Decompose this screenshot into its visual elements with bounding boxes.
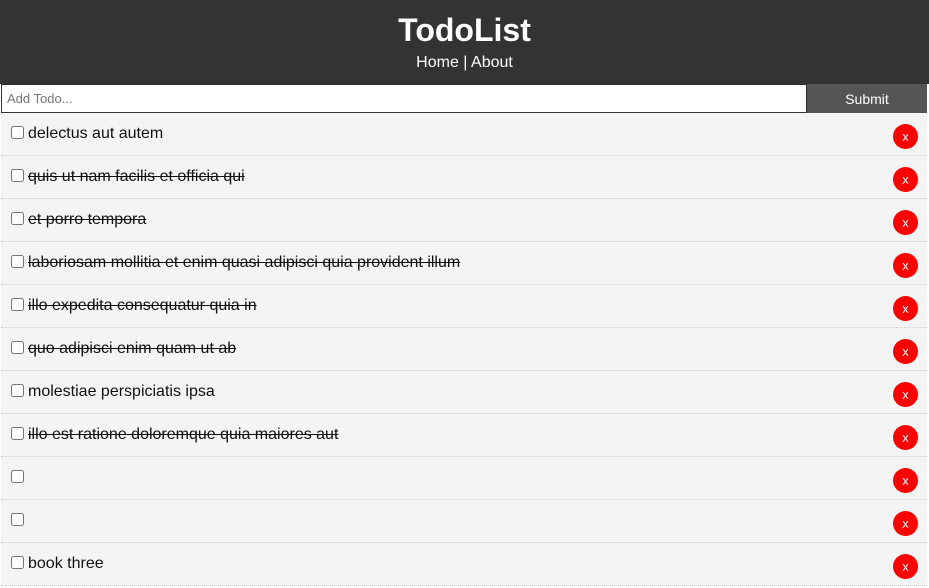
todo-item: et porro tempora x	[1, 199, 927, 242]
main-nav: Home | About	[0, 53, 929, 73]
todo-checkbox[interactable]	[11, 512, 24, 526]
add-todo-form: Submit	[1, 84, 927, 113]
todo-row: quis ut nam facilis et officia qui	[11, 166, 927, 188]
todo-title: illo expedita consequatur quia in	[28, 297, 257, 314]
delete-todo-button[interactable]: x	[893, 296, 918, 321]
todo-item: illo expedita consequatur quia in x	[1, 285, 927, 328]
todo-item: illo est ratione doloremque quia maiores…	[1, 414, 927, 457]
add-todo-input[interactable]	[1, 84, 807, 113]
todo-title: book three	[28, 555, 104, 572]
submit-button[interactable]: Submit	[807, 84, 927, 113]
todo-checkbox[interactable]	[11, 297, 24, 311]
todo-row: illo est ratione doloremque quia maiores…	[11, 424, 927, 446]
delete-todo-button[interactable]: x	[893, 124, 918, 149]
todo-title: et porro tempora	[28, 211, 147, 228]
delete-todo-button[interactable]: x	[893, 253, 918, 278]
todo-row: illo expedita consequatur quia in	[11, 295, 927, 317]
delete-todo-button[interactable]: x	[893, 339, 918, 364]
app-title: TodoList	[398, 12, 531, 48]
todo-checkbox[interactable]	[11, 168, 24, 182]
todo-checkbox[interactable]	[11, 125, 24, 139]
todo-title: quo adipisci enim quam ut ab	[28, 340, 237, 357]
todo-row	[11, 510, 927, 532]
todo-item: quis ut nam facilis et officia qui x	[1, 156, 927, 199]
todo-row: quo adipisci enim quam ut ab	[11, 338, 927, 360]
todo-item: book three x	[1, 543, 927, 586]
todo-item: laboriosam mollitia et enim quasi adipis…	[1, 242, 927, 285]
todo-title: illo est ratione doloremque quia maiores…	[28, 426, 339, 443]
todo-checkbox[interactable]	[11, 340, 24, 354]
delete-todo-button[interactable]: x	[893, 554, 918, 579]
todo-row	[11, 467, 927, 489]
nav-separator: |	[458, 54, 472, 71]
delete-todo-button[interactable]: x	[893, 511, 918, 536]
todo-row: delectus aut autem	[11, 123, 927, 145]
todo-checkbox[interactable]	[11, 469, 24, 483]
todo-title: laboriosam mollitia et enim quasi adipis…	[28, 254, 461, 271]
todo-checkbox[interactable]	[11, 211, 24, 225]
delete-todo-button[interactable]: x	[893, 210, 918, 235]
delete-todo-button[interactable]: x	[893, 468, 918, 493]
todo-row: et porro tempora	[11, 209, 927, 231]
delete-todo-button[interactable]: x	[893, 167, 918, 192]
todo-checkbox[interactable]	[11, 555, 24, 569]
todo-item: molestiae perspiciatis ipsa x	[1, 371, 927, 414]
todo-item: x	[1, 500, 927, 543]
nav-link-home[interactable]: Home	[416, 54, 459, 71]
nav-link-about[interactable]: About	[471, 54, 513, 71]
todo-item: x	[1, 457, 927, 500]
todo-checkbox[interactable]	[11, 254, 24, 268]
todo-title: quis ut nam facilis et officia qui	[28, 168, 245, 185]
todo-title: molestiae perspiciatis ipsa	[28, 383, 215, 400]
todo-list: delectus aut autem x quis ut nam facilis e…	[0, 113, 929, 586]
todo-checkbox[interactable]	[11, 383, 24, 397]
todo-row: molestiae perspiciatis ipsa	[11, 381, 927, 403]
todo-item: delectus aut autem x	[1, 113, 927, 156]
todo-item: quo adipisci enim quam ut ab x	[1, 328, 927, 371]
todo-row: book three	[11, 553, 927, 575]
todo-app: TodoList Home | About Submit delectus au…	[0, 0, 929, 588]
app-header: TodoList Home | About	[0, 0, 929, 84]
todo-row: laboriosam mollitia et enim quasi adipis…	[11, 252, 927, 274]
delete-todo-button[interactable]: x	[893, 425, 918, 450]
todo-title: delectus aut autem	[28, 125, 164, 142]
delete-todo-button[interactable]: x	[893, 382, 918, 407]
todo-checkbox[interactable]	[11, 426, 24, 440]
